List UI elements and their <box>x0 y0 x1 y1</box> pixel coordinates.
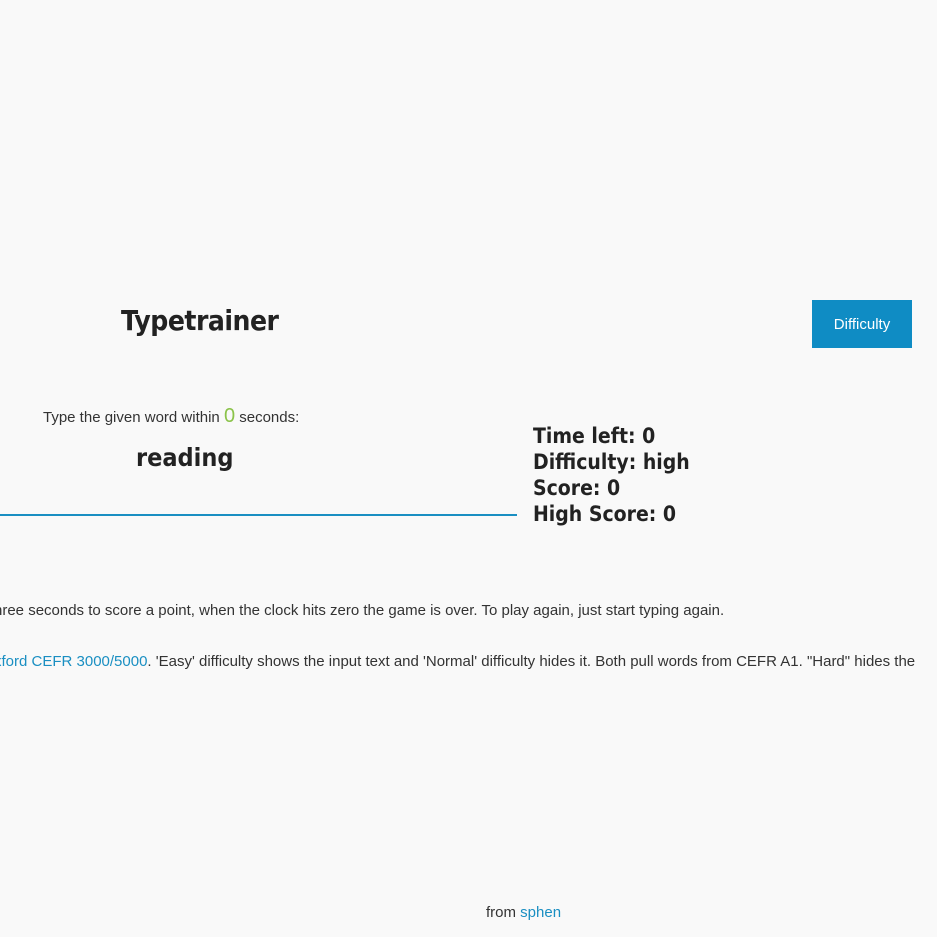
word-input[interactable] <box>0 480 517 516</box>
seconds-value: 0 <box>223 405 236 427</box>
time-left-stat: Time left: 0 <box>533 424 656 448</box>
difficulty-description: xford CEFR 3000/5000. 'Easy' difficulty … <box>0 653 915 670</box>
high-score-stat: High Score: 0 <box>533 502 677 526</box>
instructions-text: hree seconds to score a point, when the … <box>0 602 725 619</box>
score-stat: Score: 0 <box>533 476 621 500</box>
page: Typetrainer Difficulty Type the given wo… <box>0 0 937 937</box>
prompt-text-after: seconds: <box>235 409 300 426</box>
footer-from-label: from <box>486 904 521 921</box>
word-prompt: Type the given word within 0 seconds: <box>43 405 299 428</box>
prompt-text-before: Type the given word within <box>43 409 224 426</box>
difficulty-description-text: . 'Easy' difficulty shows the input text… <box>147 653 916 670</box>
stats-panel: Time left: 0 Difficulty: high Score: 0 H… <box>533 423 690 527</box>
cefr-link[interactable]: xford CEFR 3000/5000 <box>0 653 147 670</box>
page-title: Typetrainer <box>121 304 279 337</box>
difficulty-stat: Difficulty: high <box>533 450 690 474</box>
footer: from sphen <box>486 904 561 921</box>
difficulty-button[interactable]: Difficulty <box>812 300 912 348</box>
author-link[interactable]: sphen <box>520 904 561 921</box>
target-word: reading <box>136 443 234 472</box>
